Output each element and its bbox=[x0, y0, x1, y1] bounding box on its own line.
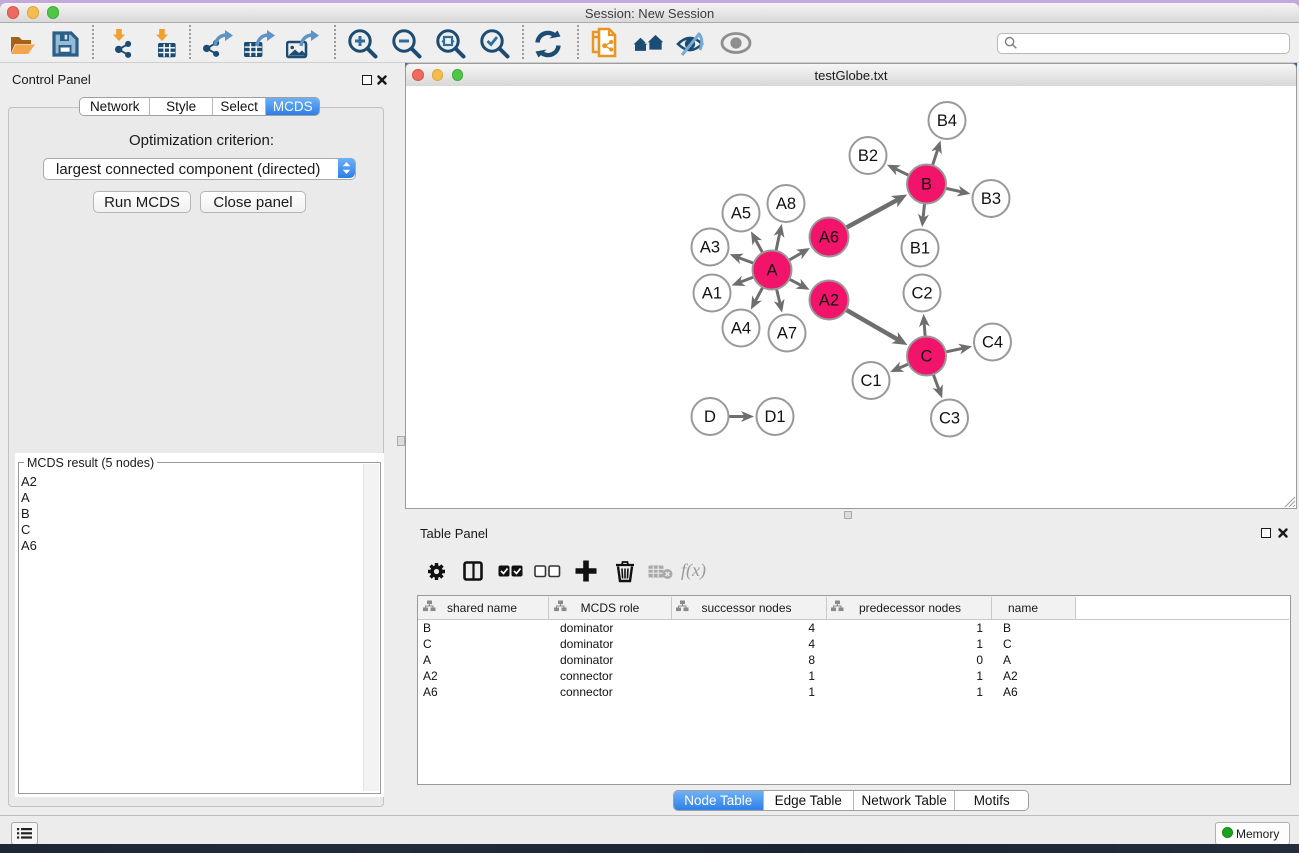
svg-text:C4: C4 bbox=[982, 334, 1003, 352]
svg-text:A4: A4 bbox=[731, 320, 751, 338]
svg-text:A5: A5 bbox=[731, 205, 751, 223]
svg-text:B3: B3 bbox=[981, 190, 1001, 208]
svg-text:C: C bbox=[921, 348, 933, 366]
svg-text:C3: C3 bbox=[939, 410, 960, 428]
svg-text:A2: A2 bbox=[819, 292, 839, 310]
svg-text:B1: B1 bbox=[910, 240, 930, 258]
svg-text:D: D bbox=[704, 408, 716, 426]
svg-text:C2: C2 bbox=[911, 285, 932, 303]
svg-text:A8: A8 bbox=[776, 195, 796, 213]
svg-text:A6: A6 bbox=[819, 229, 839, 247]
svg-text:B2: B2 bbox=[858, 147, 878, 165]
svg-text:C1: C1 bbox=[860, 372, 881, 390]
svg-text:A3: A3 bbox=[700, 239, 720, 257]
svg-text:D1: D1 bbox=[764, 408, 785, 426]
svg-text:A7: A7 bbox=[777, 325, 797, 343]
svg-text:B4: B4 bbox=[937, 112, 957, 130]
svg-text:A: A bbox=[766, 262, 777, 280]
svg-text:B: B bbox=[921, 176, 932, 194]
svg-text:A1: A1 bbox=[702, 285, 722, 303]
